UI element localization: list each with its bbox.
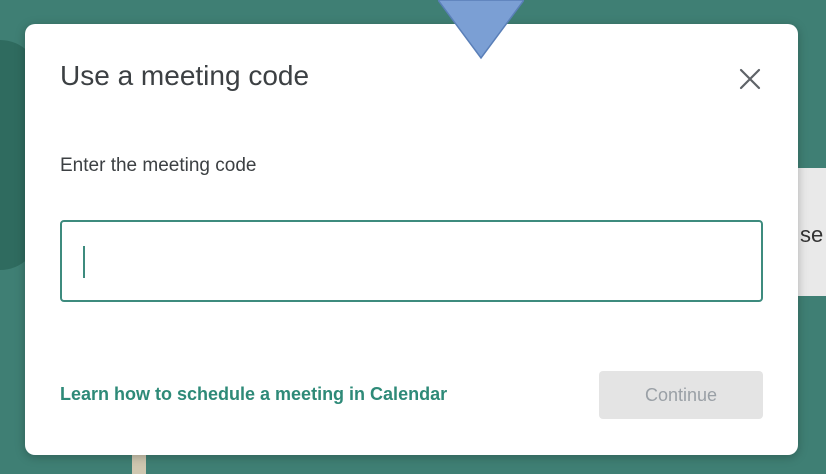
continue-button[interactable]: Continue <box>599 371 763 419</box>
text-cursor <box>83 246 85 278</box>
dialog-title: Use a meeting code <box>60 60 310 91</box>
background-decoration-bottom <box>132 452 146 474</box>
close-icon <box>739 68 761 90</box>
meeting-code-label: Enter the meeting code <box>60 155 257 176</box>
learn-schedule-calendar-link[interactable]: Learn how to schedule a meeting in Calen… <box>60 384 447 405</box>
pointer-arrow-icon <box>438 0 524 60</box>
background-partial-text: se <box>800 222 824 247</box>
close-button[interactable] <box>730 59 770 99</box>
meeting-code-input[interactable] <box>82 240 742 284</box>
meeting-code-field[interactable] <box>60 220 763 302</box>
meeting-code-dialog: Use a meeting code Enter the meeting cod… <box>25 24 798 455</box>
